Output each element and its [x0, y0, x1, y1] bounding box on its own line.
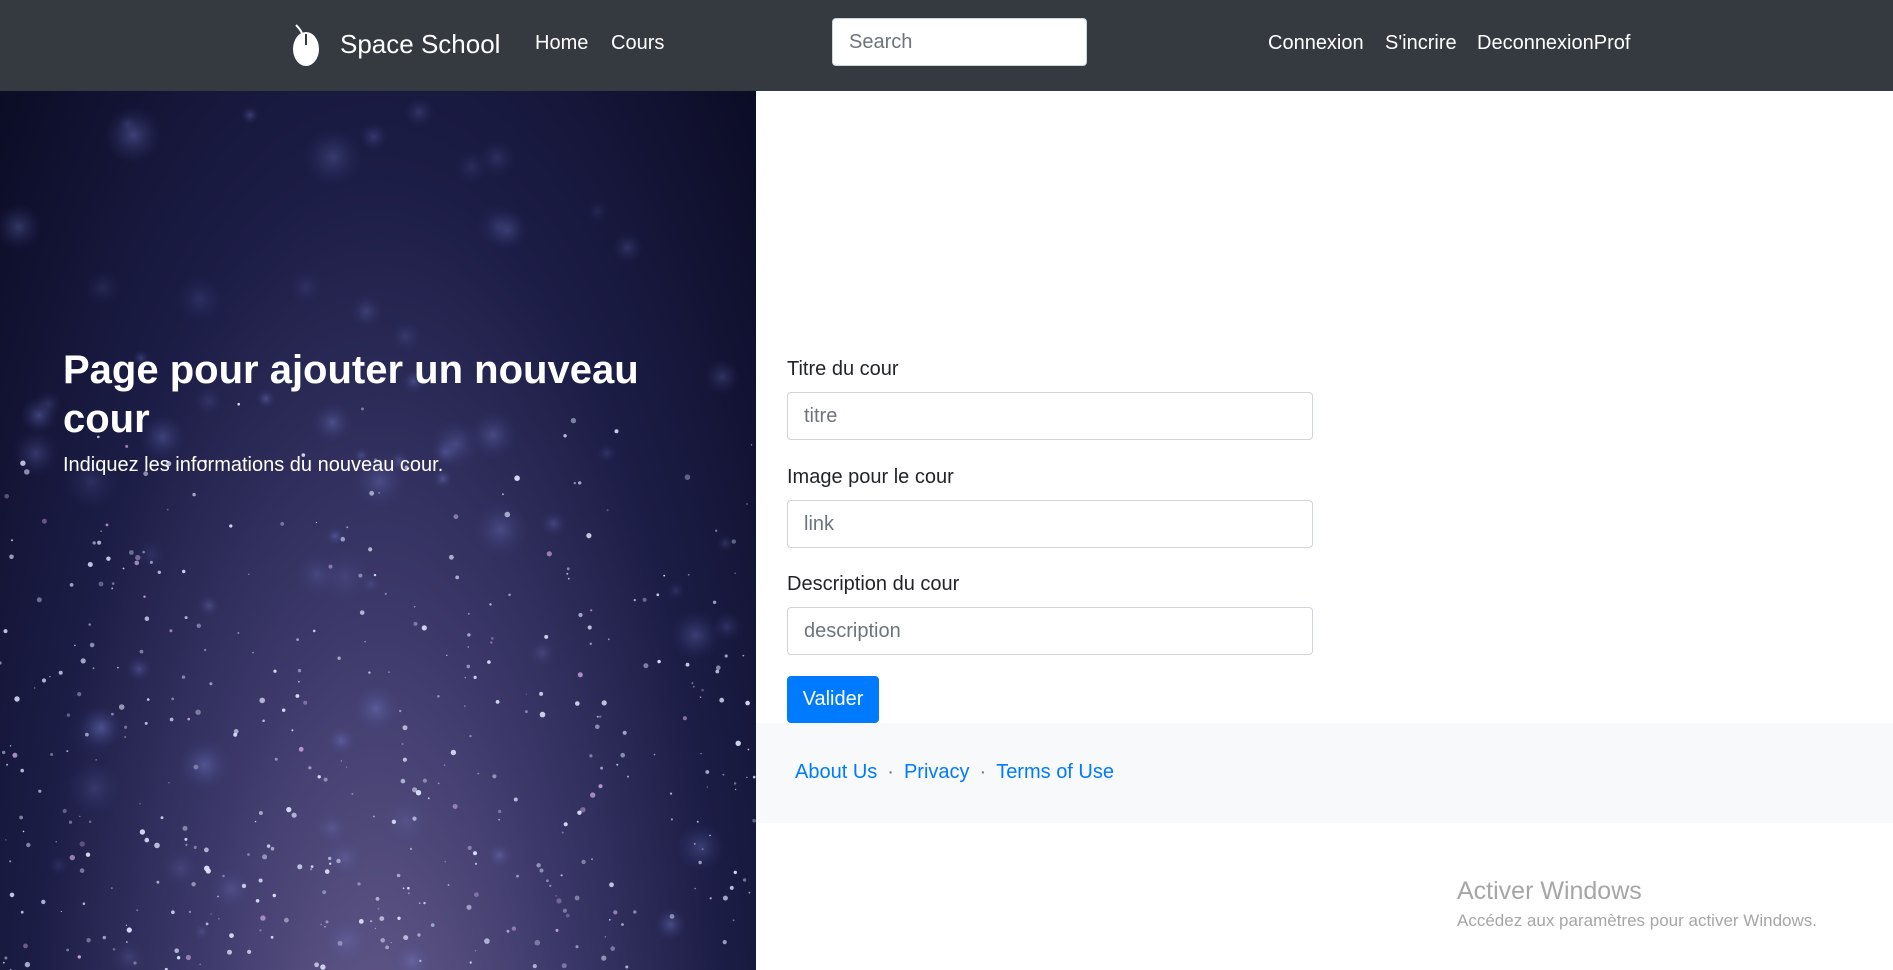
nav-link-cours[interactable]: Cours [611, 29, 664, 57]
hero-panel: Page pour ajouter un nouveau cour Indiqu… [0, 91, 756, 970]
nav-link-connexion[interactable]: Connexion [1268, 29, 1364, 57]
footer-separator: · [979, 761, 987, 783]
windows-activation-subtitle: Accédez aux paramètres pour activer Wind… [1457, 911, 1817, 930]
space-background-image [0, 97, 756, 970]
description-input[interactable] [787, 607, 1313, 655]
mouse-icon [293, 24, 319, 66]
submit-button[interactable]: Valider [787, 676, 879, 723]
page-title: Page pour ajouter un nouveau cour [63, 348, 639, 441]
nav-link-deconnexion-prof[interactable]: DeconnexionProf [1477, 29, 1630, 57]
description-label: Description du cour [787, 573, 960, 595]
image-label: Image pour le cour [787, 466, 954, 488]
windows-activation-title: Activer Windows [1457, 877, 1642, 905]
footer-link-terms-of-use[interactable]: Terms of Use [996, 758, 1114, 786]
footer: About Us · Privacy · Terms of Use [756, 723, 1893, 823]
title-input[interactable] [787, 392, 1313, 440]
footer-link-about-us[interactable]: About Us [795, 758, 877, 786]
title-label: Titre du cour [787, 358, 899, 380]
search-input[interactable] [832, 18, 1087, 66]
footer-separator: · [887, 761, 894, 783]
nav-link-sinscrire[interactable]: S'incrire [1385, 29, 1457, 57]
footer-link-privacy[interactable]: Privacy [904, 758, 970, 786]
image-link-input[interactable] [787, 500, 1313, 548]
brand-name: Space School [340, 28, 501, 59]
top-navbar: Space School Home Cours Connexion S'incr… [0, 0, 1893, 91]
footer-links: About Us · Privacy · Terms of Use [795, 758, 1114, 786]
page-subtitle: Indiquez les informations du nouveau cou… [63, 454, 444, 476]
brand[interactable]: Space School [286, 20, 500, 68]
nav-link-home[interactable]: Home [535, 29, 588, 57]
